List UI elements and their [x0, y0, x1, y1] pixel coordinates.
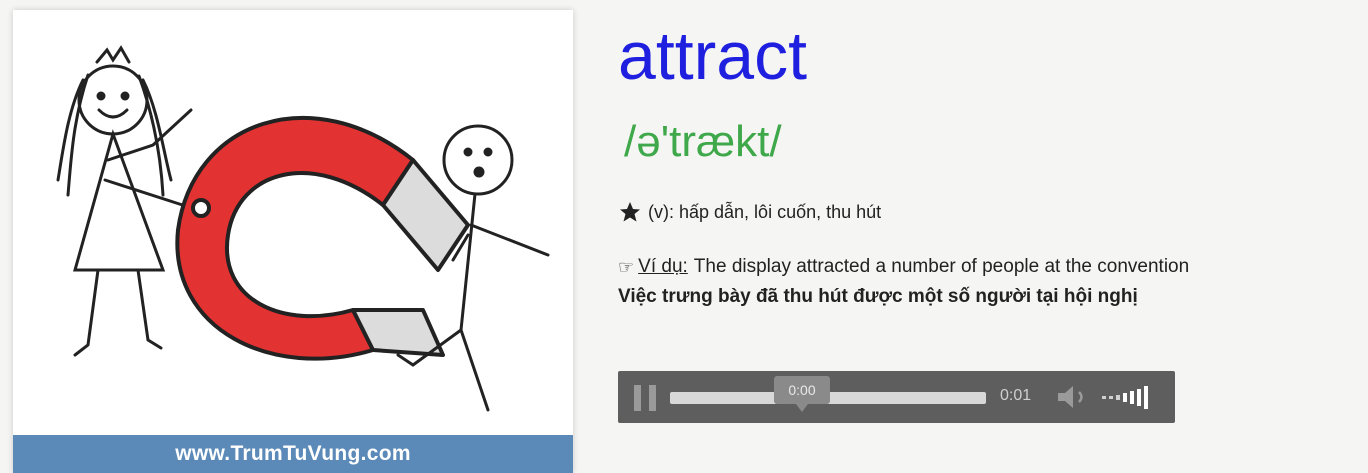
- volume-bars-icon[interactable]: [1102, 383, 1162, 411]
- duration-label: 0:01: [1000, 387, 1032, 404]
- pause-icon[interactable]: [634, 385, 656, 411]
- seek-bar[interactable]: 0:00: [670, 376, 986, 412]
- illustration-card: www.TrumTuVung.com: [13, 10, 573, 473]
- vocabulary-word: attract: [618, 18, 807, 94]
- phonetic-transcription: /ə'trækt/: [624, 117, 782, 166]
- magnet-illustration: [56, 45, 550, 412]
- pointing-hand-icon: ☞: [618, 256, 635, 277]
- meaning-line: (v): hấp dẫn, lôi cuốn, thu hút: [618, 200, 881, 224]
- time-tooltip: 0:00: [774, 376, 830, 412]
- example-line: ☞ Ví dụ: The display attracted a number …: [618, 256, 1189, 278]
- site-caption: www.TrumTuVung.com: [13, 435, 573, 473]
- meaning-text: (v): hấp dẫn, lôi cuốn, thu hút: [648, 201, 882, 222]
- audio-player: 0:00 0:01: [618, 371, 1175, 423]
- example-translation: Việc trưng bày đã thu hút được một số ng…: [618, 286, 1138, 307]
- star-icon: [620, 202, 640, 222]
- speaker-icon[interactable]: [1054, 383, 1094, 411]
- example-text: The display attracted a number of people…: [693, 256, 1190, 277]
- example-label: Ví dụ:: [638, 256, 688, 277]
